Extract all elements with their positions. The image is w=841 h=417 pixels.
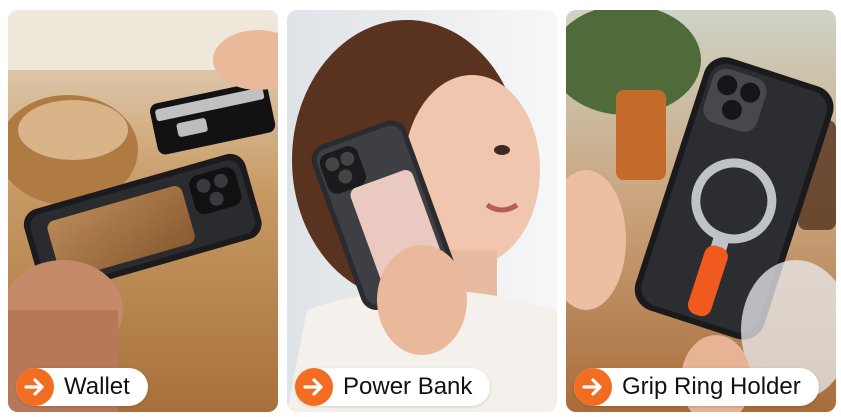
power-bank-label-pill[interactable]: Power Bank [295,368,491,406]
feature-card-grip-ring-holder[interactable]: Grip Ring Holder [566,10,836,412]
grip-ring-holder-label: Grip Ring Holder [622,373,801,400]
grip-ring-holder-label-pill[interactable]: Grip Ring Holder [574,368,819,406]
wallet-label: Wallet [64,373,130,400]
power-bank-label: Power Bank [343,373,473,400]
feature-card-power-bank[interactable]: Power Bank [287,10,557,412]
feature-card-wallet[interactable]: Wallet [8,10,278,412]
wallet-label-pill[interactable]: Wallet [16,368,148,406]
arrow-right-icon [295,368,333,406]
wallet-scene-image [8,10,278,412]
arrow-right-icon [16,368,54,406]
feature-card-grid: Wallet Power Bank Grip Ring Holder [8,10,838,412]
arrow-right-icon [574,368,612,406]
power-bank-scene-image [287,10,557,412]
grip-ring-scene-image [566,10,836,412]
